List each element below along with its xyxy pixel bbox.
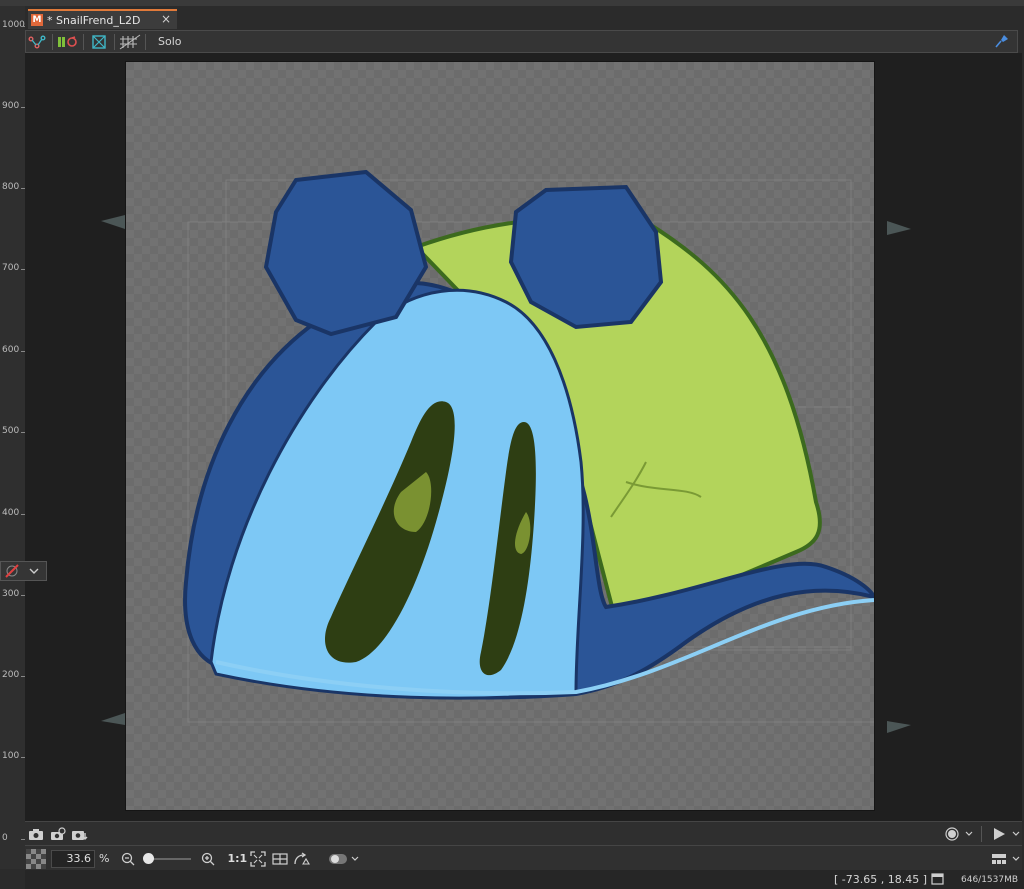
deformer-toggle-icon[interactable] [57,33,79,51]
zoom-out-icon[interactable] [117,849,139,869]
close-tab-icon[interactable]: × [161,12,171,26]
zoom-input[interactable]: 33.6 [51,849,95,868]
record-icon[interactable] [941,824,963,844]
document-tab[interactable]: M * SnailFrend_L2D × [28,9,177,29]
toolbar-divider [114,33,115,50]
capture-toolbar [25,821,1022,845]
fit-to-view-icon[interactable] [247,849,269,869]
toolbar-divider [52,33,53,50]
no-color-icon [1,561,23,581]
ruler-tick: 100 [2,751,26,761]
rotate-view-icon[interactable] [291,849,313,869]
ruler-tick: 300 [2,589,26,599]
ruler-tick: 1000 [2,20,25,30]
chevron-down-icon[interactable] [1010,824,1022,844]
model-canvas[interactable] [126,62,889,810]
vertical-ruler: 1000 900 800 700 600 500 400 300 200 100… [0,6,26,869]
chevron-down-icon[interactable] [1010,849,1022,869]
zoom-slider[interactable] [143,852,192,864]
camera-timer-icon[interactable] [47,824,69,844]
tab-title: * SnailFrend_L2D [47,13,141,27]
zoom-slider-knob[interactable] [143,852,155,864]
guide-grid-icon[interactable] [269,849,291,869]
toolbar-divider [981,825,982,842]
chevron-down-icon [23,561,45,581]
model-file-icon: M [31,14,43,26]
toolbar-divider [83,33,84,50]
ruler-tick: 900 [2,101,26,111]
zoom-unit: % [99,852,110,865]
status-bar: [ -73.65 , 18.45 ] 646/1537MB [25,870,1024,889]
camera-export-icon[interactable] [69,824,91,844]
ruler-tick: 500 [2,426,26,436]
chevron-down-icon[interactable] [349,849,361,869]
cursor-coordinates: [ -73.65 , 18.45 ] [834,873,928,886]
ruler-tick: 800 [2,182,26,192]
camera-icon[interactable] [25,824,47,844]
mesh-vertex-icon[interactable] [26,33,48,51]
solo-toggle[interactable]: Solo [158,35,182,48]
ruler-tick: 400 [2,508,26,518]
ruler-tick: 200 [2,670,26,680]
memory-usage: 646/1537MB [961,875,1019,885]
ruler-tick: 600 [2,345,26,355]
chevron-down-icon[interactable] [963,824,975,844]
window-icon[interactable] [931,873,944,888]
bounding-box-icon[interactable] [88,33,110,51]
layout-icon[interactable] [988,849,1010,869]
model-artwork [126,62,889,810]
background-checker-icon[interactable] [25,848,47,869]
play-icon[interactable] [988,824,1010,844]
toolbar-divider [145,33,146,50]
model-viewport[interactable] [25,53,1022,821]
tool-options-dropdown[interactable] [0,561,47,581]
ruler-tick: 700 [2,263,26,273]
actual-size-button[interactable]: 1:1 [227,852,247,865]
grid-toggle-icon[interactable] [119,33,141,51]
document-tab-bar: M * SnailFrend_L2D × [25,6,1024,30]
ruler-tick: 0 [2,833,24,843]
viewport-toolbar: Solo [25,30,1018,53]
pin-icon[interactable] [995,34,1009,51]
zoom-toolbar: 33.6 % 1:1 [25,845,1022,871]
zoom-in-icon[interactable] [197,849,219,869]
toggle-switch-icon[interactable] [327,849,349,869]
